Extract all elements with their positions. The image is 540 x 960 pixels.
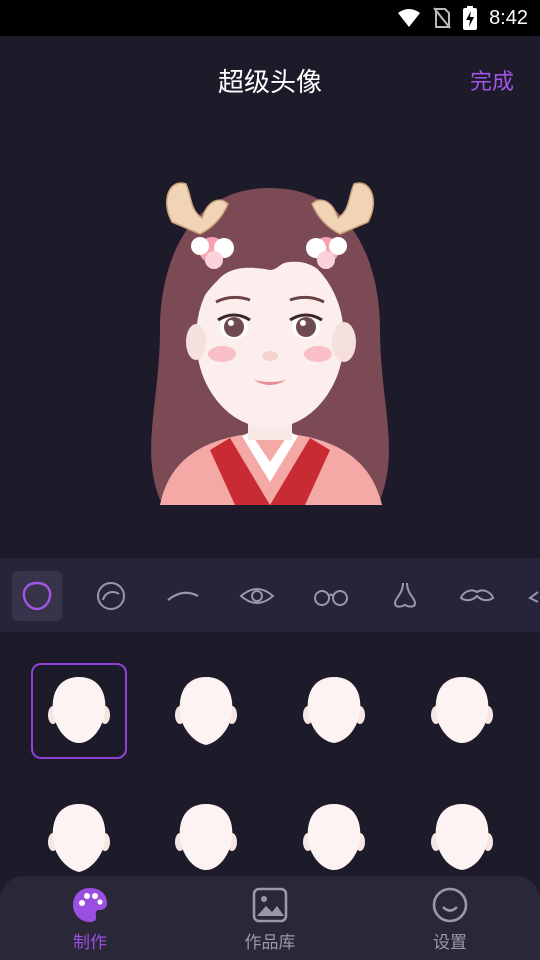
category-mustache[interactable] <box>452 571 502 621</box>
status-time: 8:42 <box>489 6 528 29</box>
nose-icon <box>393 582 417 608</box>
status-bar: 8:42 <box>0 0 540 36</box>
face-shape-thumbnail <box>303 804 365 870</box>
eyebrow-icon <box>167 591 199 601</box>
face-option-4[interactable] <box>414 663 510 759</box>
battery-charging-icon <box>463 6 478 30</box>
bottom-nav: 制作 作品库 设置 <box>0 876 540 960</box>
category-nose[interactable] <box>380 571 430 621</box>
done-button[interactable]: 完成 <box>470 64 514 96</box>
category-hair[interactable] <box>86 571 136 621</box>
nav-settings[interactable]: 设置 <box>390 886 510 956</box>
face-option-1[interactable] <box>31 663 127 759</box>
more-icon <box>528 591 539 603</box>
gallery-icon <box>252 887 288 923</box>
eye-icon <box>239 588 275 604</box>
face-option-3[interactable] <box>286 663 382 759</box>
smile-settings-icon <box>432 887 468 923</box>
category-face-shape[interactable] <box>12 571 62 621</box>
face-option-8[interactable] <box>414 790 510 886</box>
face-shape-thumbnail <box>303 677 365 743</box>
mustache-icon <box>459 589 495 602</box>
no-sim-icon <box>433 7 451 29</box>
face-shape-thumbnail <box>48 804 110 872</box>
glasses-icon <box>314 590 348 606</box>
category-toolbar <box>0 558 540 632</box>
category-more[interactable] <box>520 571 540 621</box>
face-option-2[interactable] <box>158 663 254 759</box>
wifi-icon <box>398 9 421 27</box>
header: 超级头像 完成 <box>0 36 540 122</box>
nav-gallery-label: 作品库 <box>244 933 296 953</box>
face-option-7[interactable] <box>286 790 382 886</box>
face-shape-thumbnail <box>431 677 493 743</box>
nav-create[interactable]: 制作 <box>30 886 150 956</box>
page-title: 超级头像 <box>217 68 322 98</box>
face-shape-thumbnail <box>48 677 110 743</box>
nav-settings-label: 设置 <box>433 933 467 953</box>
face-shape-thumbnail <box>175 804 237 870</box>
category-glasses[interactable] <box>306 571 356 621</box>
category-eye[interactable] <box>232 571 282 621</box>
nav-create-label: 制作 <box>73 933 107 953</box>
face-shape-icon <box>22 581 52 611</box>
nav-gallery[interactable]: 作品库 <box>210 886 330 956</box>
face-shape-thumbnail <box>431 804 493 870</box>
face-option-5[interactable] <box>31 790 127 886</box>
face-option-6[interactable] <box>158 790 254 886</box>
category-eyebrow[interactable] <box>158 571 208 621</box>
hair-icon <box>97 582 125 610</box>
status-icons: 8:42 <box>397 0 528 36</box>
avatar-preview <box>0 122 540 558</box>
avatar-image <box>151 182 389 505</box>
face-shape-thumbnail <box>175 677 237 745</box>
palette-icon <box>73 888 107 922</box>
